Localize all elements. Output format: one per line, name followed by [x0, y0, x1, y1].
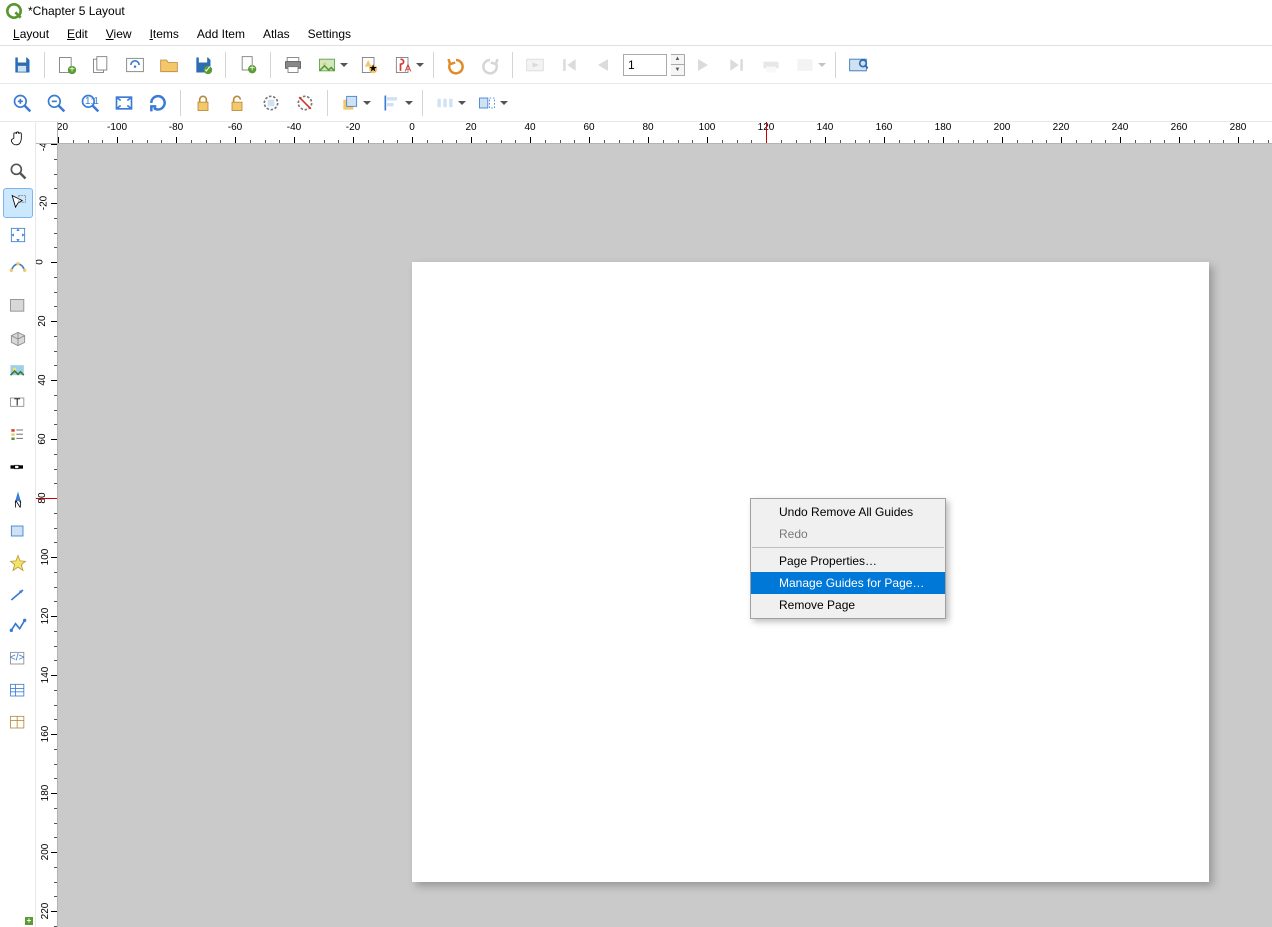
export-pdf-button[interactable]: A	[387, 49, 419, 81]
svg-text:★: ★	[369, 63, 378, 74]
menu-atlas[interactable]: Atlas	[254, 24, 299, 44]
atlas-settings-button[interactable]	[842, 49, 874, 81]
save-button[interactable]	[6, 49, 38, 81]
zoom-actual-button[interactable]: 1:1	[74, 87, 106, 119]
svg-text:+: +	[69, 64, 75, 75]
export-svg-button[interactable]: ★	[353, 49, 385, 81]
add-legend-tool[interactable]	[3, 420, 33, 450]
zoom-out-button[interactable]	[40, 87, 72, 119]
atlas-page-input[interactable]	[623, 54, 667, 76]
menu-layout[interactable]: Layout	[4, 24, 58, 44]
print-button[interactable]	[277, 49, 309, 81]
svg-text:✓: ✓	[204, 64, 212, 75]
pan-tool[interactable]	[3, 124, 33, 154]
atlas-prev-button[interactable]	[587, 49, 619, 81]
menu-add-item[interactable]: Add Item	[188, 24, 254, 44]
svg-text:</>: </>	[9, 653, 24, 664]
raise-button[interactable]	[334, 87, 366, 119]
save-template-button[interactable]: ✓	[187, 49, 219, 81]
edit-nodes-tool[interactable]	[3, 252, 33, 282]
menu-settings[interactable]: Settings	[299, 24, 360, 44]
add-html-tool[interactable]: </>	[3, 644, 33, 674]
context-undo[interactable]: Undo Remove All Guides	[751, 501, 945, 523]
distribute-button[interactable]	[429, 87, 461, 119]
duplicate-layout-button[interactable]	[85, 49, 117, 81]
add-arrow-tool[interactable]	[3, 580, 33, 610]
refresh-button[interactable]	[142, 87, 174, 119]
context-manage-guides[interactable]: Manage Guides for Page…	[751, 572, 945, 594]
atlas-page-spinner[interactable]: ▲▼	[671, 54, 685, 76]
svg-text:1:1: 1:1	[85, 95, 99, 106]
menu-edit[interactable]: Edit	[58, 24, 97, 44]
svg-text:A: A	[405, 63, 412, 74]
title-bar: *Chapter 5 Layout	[0, 0, 1272, 22]
toolbox: T N </>	[0, 122, 36, 927]
add-attribute-table-tool[interactable]	[3, 676, 33, 706]
zoom-in-button[interactable]	[6, 87, 38, 119]
resize-button[interactable]	[471, 87, 503, 119]
add-north-arrow-tool[interactable]: N	[3, 484, 33, 514]
group-button[interactable]	[255, 87, 287, 119]
atlas-print-button[interactable]	[755, 49, 787, 81]
add-scalebar-tool[interactable]	[3, 452, 33, 482]
toolbar-main: + ✓ + ★ A ▲▼	[0, 46, 1272, 84]
context-page-properties[interactable]: Page Properties…	[751, 550, 945, 572]
page-context-menu: Undo Remove All Guides Redo Page Propert…	[750, 498, 946, 619]
add-picture-tool[interactable]	[3, 356, 33, 386]
open-template-button[interactable]	[153, 49, 185, 81]
add-marker-tool[interactable]	[3, 548, 33, 578]
add-fixed-table-tool[interactable]	[3, 708, 33, 738]
ruler-corner	[36, 122, 58, 144]
window-title: *Chapter 5 Layout	[28, 4, 125, 18]
export-image-button[interactable]	[311, 49, 343, 81]
new-layout-button[interactable]: +	[51, 49, 83, 81]
atlas-first-button[interactable]	[553, 49, 585, 81]
menu-items[interactable]: Items	[141, 24, 188, 44]
atlas-next-button[interactable]	[687, 49, 719, 81]
zoom-full-button[interactable]	[108, 87, 140, 119]
redo-button[interactable]	[474, 49, 506, 81]
undo-button[interactable]	[440, 49, 472, 81]
qgis-app-icon	[6, 3, 22, 19]
add-3dmap-tool[interactable]	[3, 324, 33, 354]
select-tool[interactable]	[3, 188, 33, 218]
layout-canvas[interactable]	[58, 144, 1272, 927]
add-pages-button[interactable]: +	[232, 49, 264, 81]
atlas-preview-button[interactable]	[519, 49, 551, 81]
layout-manager-button[interactable]	[119, 49, 151, 81]
atlas-last-button[interactable]	[721, 49, 753, 81]
move-content-tool[interactable]	[3, 220, 33, 250]
ruler-horizontal[interactable]: -120-100-80-60-40-2002040608010012014016…	[58, 122, 1272, 144]
unlock-items-button[interactable]	[221, 87, 253, 119]
toolbar-actions: 1:1	[0, 84, 1272, 122]
add-shape-tool[interactable]	[3, 516, 33, 546]
workspace: -120-100-80-60-40-2002040608010012014016…	[36, 122, 1272, 927]
atlas-export-button[interactable]	[789, 49, 821, 81]
ungroup-button[interactable]	[289, 87, 321, 119]
add-label-tool[interactable]: T	[3, 388, 33, 418]
svg-text:N: N	[14, 499, 21, 509]
context-remove-page[interactable]: Remove Page	[751, 594, 945, 616]
lock-items-button[interactable]	[187, 87, 219, 119]
add-node-item-tool[interactable]	[3, 612, 33, 642]
menu-bar: Layout Edit View Items Add Item Atlas Se…	[0, 22, 1272, 46]
svg-text:T: T	[14, 398, 20, 409]
context-redo: Redo	[751, 523, 945, 545]
align-left-button[interactable]	[376, 87, 408, 119]
add-map-tool[interactable]	[3, 292, 33, 322]
zoom-tool[interactable]	[3, 156, 33, 186]
ruler-vertical[interactable]: -40-20020406080100120140160180200220	[36, 144, 58, 927]
menu-view[interactable]: View	[97, 24, 141, 44]
svg-text:+: +	[249, 63, 255, 74]
